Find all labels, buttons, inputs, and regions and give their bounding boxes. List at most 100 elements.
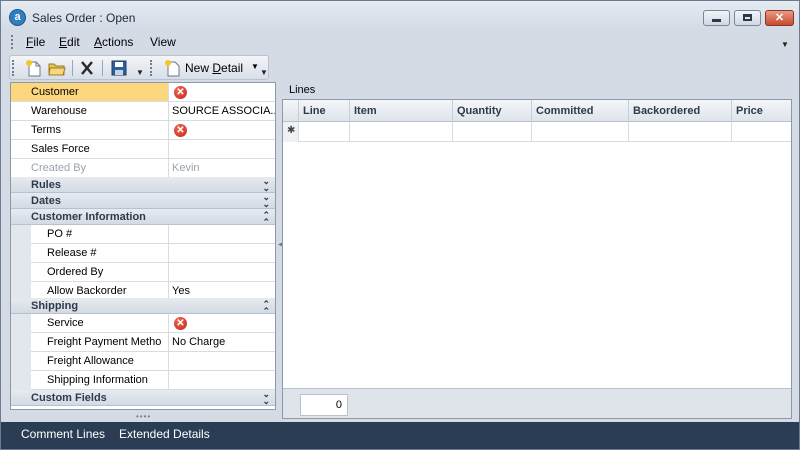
section-custom-fields[interactable]: Custom Fields ⌄ ⌄ <box>11 390 275 406</box>
property-freight-payment-method[interactable]: Freight Payment Metho No Charge <box>11 333 275 352</box>
menu-edit[interactable]: Edit <box>59 35 80 49</box>
minimize-button[interactable] <box>703 10 730 26</box>
property-created-by: Created By Kevin <box>11 159 275 178</box>
column-header-line[interactable]: Line <box>299 100 350 122</box>
warehouse-label: Warehouse <box>11 102 169 120</box>
new-line-row[interactable]: ✱ <box>283 122 791 142</box>
order-properties-panel: Customer ✕ Warehouse SOURCE ASSOCIA... T… <box>10 82 276 410</box>
expand-chevron-icon[interactable]: ⌄ ⌄ <box>262 177 270 193</box>
created-by-label: Created By <box>11 159 169 177</box>
toolbar-separator <box>102 60 103 76</box>
po-number-label: PO # <box>11 225 169 243</box>
property-customer[interactable]: Customer ✕ <box>11 83 275 102</box>
error-icon: ✕ <box>174 86 187 99</box>
expand-chevron-icon[interactable]: ⌄ ⌄ <box>262 193 270 209</box>
shipping-information-field[interactable] <box>169 371 275 389</box>
new-row-cell-committed[interactable] <box>532 122 629 142</box>
bottom-tab-strip: Comment Lines Extended Details <box>1 422 799 449</box>
save-icon[interactable] <box>109 59 129 77</box>
tab-extended-details[interactable]: Extended Details <box>119 427 210 441</box>
new-row-cell-item[interactable] <box>350 122 453 142</box>
property-terms[interactable]: Terms ✕ <box>11 121 275 140</box>
minimize-icon <box>712 19 721 22</box>
toolbar-overflow-icon-2[interactable]: ▼ <box>260 68 268 77</box>
freight-payment-method-field[interactable]: No Charge <box>169 333 275 351</box>
po-number-field[interactable] <box>169 225 275 243</box>
collapse-chevron-icon[interactable]: ⌃ ⌃ <box>262 300 270 316</box>
expand-chevron-icon[interactable]: ⌄ ⌄ <box>262 390 270 406</box>
menu-edit-label: dit <box>67 35 80 49</box>
error-icon: ✕ <box>174 317 187 330</box>
toolbar: ▼ New Detail ▼ ▼ <box>9 55 269 80</box>
new-detail-accel: D <box>212 61 222 75</box>
sales-force-field[interactable] <box>169 140 275 158</box>
menu-view[interactable]: View <box>150 35 176 49</box>
section-shipping[interactable]: Shipping ⌃ ⌃ <box>11 298 275 316</box>
freight-allowance-field[interactable] <box>169 352 275 370</box>
horizontal-splitter-grip[interactable]: •••• <box>136 412 151 421</box>
property-po-number[interactable]: PO # <box>11 225 275 244</box>
property-sales-force[interactable]: Sales Force <box>11 140 275 159</box>
property-ordered-by[interactable]: Ordered By <box>11 263 275 282</box>
lines-grid[interactable]: Line Item Quantity Committed Backordered… <box>282 99 792 419</box>
menu-actions[interactable]: Actions <box>94 35 133 49</box>
freight-payment-method-label: Freight Payment Metho <box>11 333 169 351</box>
delete-icon[interactable] <box>77 59 97 77</box>
column-header-price[interactable]: Price <box>732 100 791 122</box>
property-shipping-information[interactable]: Shipping Information <box>11 371 275 390</box>
new-detail-dropdown-icon[interactable]: ▼ <box>251 62 259 71</box>
lines-label: Lines <box>289 84 316 96</box>
new-row-cell-backordered[interactable] <box>629 122 732 142</box>
new-document-icon[interactable] <box>24 59 44 77</box>
menubar-grip[interactable] <box>11 35 13 49</box>
new-row-indicator: ✱ <box>283 122 299 142</box>
collapse-chevron-icon[interactable]: ⌃ ⌃ <box>262 211 270 227</box>
toolbar-overflow-icon[interactable]: ▼ <box>136 68 144 77</box>
menubar-overflow-icon[interactable]: ▼ <box>781 40 789 49</box>
ordered-by-field[interactable] <box>169 263 275 281</box>
property-freight-allowance[interactable]: Freight Allowance <box>11 352 275 371</box>
new-detail-button[interactable]: New Detail <box>185 61 243 75</box>
property-service[interactable]: Service ✕ <box>11 314 275 333</box>
terms-label: Terms <box>11 121 169 139</box>
toolbar-grip[interactable] <box>12 60 14 76</box>
section-customer-information[interactable]: Customer Information ⌃ ⌃ <box>11 209 275 227</box>
release-number-field[interactable] <box>169 244 275 262</box>
error-icon: ✕ <box>174 124 187 137</box>
column-header-quantity[interactable]: Quantity <box>453 100 532 122</box>
service-field[interactable]: ✕ <box>169 314 275 332</box>
customer-field[interactable]: ✕ <box>169 83 275 101</box>
customer-label: Customer <box>11 83 169 101</box>
menu-file[interactable]: File <box>26 35 45 49</box>
property-warehouse[interactable]: Warehouse SOURCE ASSOCIA... <box>11 102 275 121</box>
section-customer-information-label: Customer Information <box>31 211 146 223</box>
warehouse-field[interactable]: SOURCE ASSOCIA... <box>169 102 275 120</box>
section-custom-fields-label: Custom Fields <box>31 392 107 404</box>
column-header-item[interactable]: Item <box>350 100 453 122</box>
section-rules[interactable]: Rules ⌄ ⌄ <box>11 177 275 193</box>
freight-allowance-label: Freight Allowance <box>11 352 169 370</box>
new-row-cell-price[interactable] <box>732 122 791 142</box>
maximize-button[interactable] <box>734 10 761 26</box>
terms-field[interactable]: ✕ <box>169 121 275 139</box>
menu-bar: File Edit Actions View ▼ <box>1 31 799 53</box>
tab-comment-lines[interactable]: Comment Lines <box>21 427 105 441</box>
sales-order-window: a Sales Order : Open ✕ File Edit Actions… <box>0 0 800 450</box>
property-release-number[interactable]: Release # <box>11 244 275 263</box>
toolbar-grip-2[interactable] <box>150 60 152 76</box>
menu-actions-label: ctions <box>102 35 134 49</box>
close-button[interactable]: ✕ <box>765 10 794 26</box>
window-title: Sales Order : Open <box>32 11 136 25</box>
new-detail-rest: etail <box>221 61 244 75</box>
column-header-committed[interactable]: Committed <box>532 100 629 122</box>
column-header-backordered[interactable]: Backordered <box>629 100 732 122</box>
close-icon: ✕ <box>774 12 785 24</box>
new-row-cell-quantity[interactable] <box>453 122 532 142</box>
new-detail-icon[interactable] <box>163 59 183 77</box>
service-label: Service <box>11 314 169 332</box>
open-folder-icon[interactable] <box>47 59 67 77</box>
section-dates[interactable]: Dates ⌄ ⌄ <box>11 193 275 209</box>
new-row-cell-line[interactable] <box>299 122 350 142</box>
section-shipping-label: Shipping <box>31 300 79 312</box>
lines-grid-footer: 0 <box>283 388 791 418</box>
